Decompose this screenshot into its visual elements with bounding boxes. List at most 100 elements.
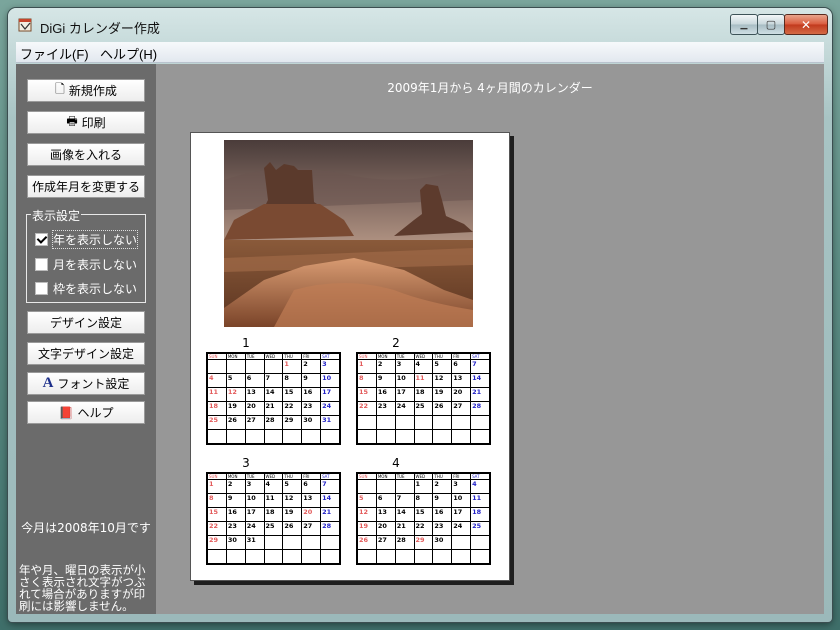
day-cell [375,429,396,444]
hide-month-checkbox[interactable]: 月を表示しない [35,256,137,272]
day-cell: 3 [394,359,415,374]
day-cell: 28 [394,535,415,550]
calendar-app-icon [18,18,32,32]
menu-bar: ファイル(F) ヘルプ(H) [16,42,824,63]
day-cell: 26 [357,535,377,550]
day-cell: 9 [432,493,453,508]
day-cell: 5 [225,373,246,388]
menu-file[interactable]: ファイル(F) [20,44,89,63]
day-cell: 16 [225,507,246,522]
design-settings-button[interactable]: デザイン設定 [27,311,145,334]
day-cell [282,429,303,444]
day-cell: 7 [394,493,415,508]
month-label: 3 [242,456,250,470]
day-cell: 11 [263,493,284,508]
day-cell: 7 [320,479,340,494]
day-cell: 23 [225,521,246,536]
day-cell: 23 [432,521,453,536]
day-cell: 28 [320,521,340,536]
close-button[interactable]: ✕ [784,14,828,35]
day-cell: 27 [451,401,472,416]
day-cell [470,415,490,430]
day-cell [244,359,265,374]
day-cell: 22 [282,401,303,416]
calendar-heading: 2009年1月から 4ヶ月間のカレンダー [387,81,593,95]
design-settings-label: デザイン設定 [49,316,122,330]
day-cell: 19 [357,521,377,536]
change-date-button[interactable]: 作成年月を変更する [27,175,145,198]
day-cell [357,549,377,564]
day-cell: 18 [470,507,490,522]
font-settings-button[interactable]: A フォント設定 [27,372,145,395]
day-cell: 24 [244,521,265,536]
day-cell [225,549,246,564]
new-button[interactable]: 🗋 新規作成 [27,79,145,102]
app-window: DiGi カレンダー作成 ▁ ▢ ✕ ファイル(F) ヘルプ(H) 🗋 新規作成… [8,8,832,622]
day-cell [320,535,340,550]
day-cell [394,549,415,564]
font-icon: A [42,375,54,391]
minimize-icon: ▁ [740,19,748,30]
checkbox-box[interactable] [35,257,48,271]
hide-year-label: 年を表示しない [51,229,139,249]
day-cell: 30 [301,415,322,430]
day-cell: 24 [320,401,340,416]
day-cell: 21 [470,387,490,402]
day-cell [470,535,490,550]
day-cell: 20 [375,521,396,536]
client-area: 🗋 新規作成 🖶 印刷 画像を入れる 作成年月を変更する 表示設定 年を表示しな… [16,64,824,614]
hide-month-label: 月を表示しない [53,257,138,272]
day-cell: 21 [263,401,284,416]
day-cell: 16 [301,387,322,402]
insert-image-button-label: 画像を入れる [49,148,122,162]
day-cell [375,549,396,564]
checkbox-box[interactable] [35,232,48,246]
day-cell: 10 [394,373,415,388]
hide-year-checkbox[interactable]: 年を表示しない [35,229,139,249]
day-cell: 20 [244,401,265,416]
day-cell [282,549,303,564]
day-cell [282,535,303,550]
day-cell: 25 [413,401,434,416]
day-cell: 25 [470,521,490,536]
day-cell: 12 [357,507,377,522]
day-cell [263,535,284,550]
menu-help[interactable]: ヘルプ(H) [100,44,157,63]
insert-image-button[interactable]: 画像を入れる [27,143,145,166]
day-cell [263,429,284,444]
day-cell: 25 [207,415,227,430]
new-document-icon: 🗋 [55,82,65,96]
day-cell [263,549,284,564]
day-cell: 15 [282,387,303,402]
day-cell: 9 [375,373,396,388]
day-cell [225,359,246,374]
minimize-button[interactable]: ▁ [730,14,758,35]
day-cell: 28 [263,415,284,430]
day-cell: 16 [375,387,396,402]
day-cell: 19 [432,387,453,402]
day-cell [451,549,472,564]
day-cell: 17 [244,507,265,522]
day-cell: 20 [451,387,472,402]
day-cell: 28 [470,401,490,416]
day-cell: 19 [282,507,303,522]
day-cell: 5 [282,479,303,494]
hide-frame-checkbox[interactable]: 枠を表示しない [35,280,137,296]
help-button[interactable]: 📕 ヘルプ [27,401,145,424]
print-button[interactable]: 🖶 印刷 [27,111,145,134]
checkbox-box[interactable] [35,281,48,295]
title-bar[interactable]: DiGi カレンダー作成 ▁ ▢ ✕ [8,8,832,40]
day-cell: 10 [320,373,340,388]
day-cell: 22 [357,401,377,416]
day-cell: 19 [225,401,246,416]
text-design-settings-button[interactable]: 文字デザイン設定 [27,342,145,365]
day-cell: 2 [432,479,453,494]
close-icon: ✕ [800,17,812,32]
day-cell: 23 [375,401,396,416]
day-cell [207,359,227,374]
day-cell: 1 [207,479,227,494]
maximize-button[interactable]: ▢ [757,14,785,35]
day-cell: 2 [375,359,396,374]
day-cell [357,479,377,494]
day-cell [394,429,415,444]
